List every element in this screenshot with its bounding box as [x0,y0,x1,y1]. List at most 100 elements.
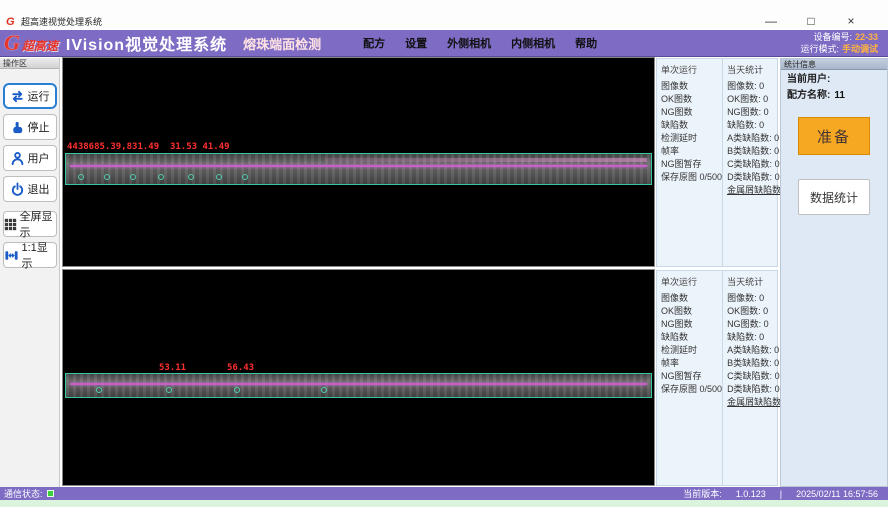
laser-line [70,165,647,167]
one-to-one-button-label: 1:1显示 [22,239,56,271]
power-icon [10,182,25,197]
device-number-label: 设备编号: [813,32,852,42]
brand-logo: G 超高速 [4,32,58,54]
detect-marker [78,174,84,180]
fullscreen-grid-icon [4,218,17,231]
save-image-row: 保存原图 0/500 [661,383,722,396]
brand-name: 超高速 [22,37,58,54]
info-panel: 统计信息 当前用户: 配方名称:11 准备 数据统计 [780,58,888,487]
single-run-title: 单次运行 [661,63,722,76]
current-user-row: 当前用户: [781,70,887,86]
comm-status-label: 通信状态: [4,487,43,500]
single-run-stats: 单次运行 图像数OK图数NG图数缺陷数检测延时帧率NG图暂存 保存原图 0/50… [657,271,722,485]
one-to-one-icon [4,248,19,263]
detect-marker [234,387,240,393]
maximize-icon[interactable]: □ [802,14,820,28]
one-to-one-button[interactable]: 1:1显示 [3,242,57,268]
laser-line [70,383,647,385]
menu-inner-camera[interactable]: 内侧相机 [511,35,555,51]
menu-outer-camera[interactable]: 外侧相机 [447,35,491,51]
stat-row: OK图数 [661,93,722,106]
menu-recipe[interactable]: 配方 [363,35,385,51]
stat-row: 帧率 [661,357,722,370]
detect-marker [242,174,248,180]
divider: | [780,489,782,499]
stat-row: 缺陷数 [661,331,722,344]
run-mode-value: 手动调试 [842,44,878,54]
fullscreen-button[interactable]: 全屏显示 [3,211,57,237]
window-title: 超高速视觉处理系统 [21,15,102,28]
minimize-icon[interactable]: — [762,14,780,28]
menu-help[interactable]: 帮助 [575,35,597,51]
recipe-name-row: 配方名称:11 [781,86,887,102]
weld-strip-image [65,373,652,398]
detect-marker [321,387,327,393]
version-label: 当前版本: [683,487,722,500]
stat-row: 检测延时 [661,132,722,145]
page-title: IVision视觉处理系统 [66,31,227,55]
detect-marker [166,387,172,393]
app-window: G 超高速视觉处理系统 — □ × G 超高速 IVision视觉处理系统 熔珠… [0,0,888,522]
run-sync-icon [10,89,25,104]
exit-button[interactable]: 退出 [3,176,57,202]
app-icon: G [6,17,16,27]
prepare-button[interactable]: 准备 [798,117,870,155]
device-info: 设备编号:22-33 运行模式:手动调试 [800,31,878,55]
logo-swoosh-icon: G [4,32,20,54]
weld-strip-image [65,153,652,185]
user-button-label: 用户 [28,150,50,166]
version-zone: 当前版本: 1.0.123 | 2025/02/11 16:57:56 [683,487,878,500]
run-button-label: 运行 [28,88,50,104]
datetime: 2025/02/11 16:57:56 [796,489,878,499]
save-image-row: 保存原图 0/500 [661,171,722,184]
camera-viewport: 4438685.39,831.49 31.53 41.49 53.11 56.4… [62,57,655,487]
close-icon[interactable]: × [842,14,860,28]
detect-marker [96,387,102,393]
laser-highlight [325,158,647,162]
comm-status-indicator [47,490,54,497]
detect-marker [188,174,194,180]
stats-column: 单次运行 图像数OK图数NG图数缺陷数检测延时帧率NG图暂存 保存原图 0/50… [656,57,778,487]
stat-row: 帧率 [661,145,722,158]
stats-panel-top: 单次运行 图像数OK图数NG图数缺陷数检测延时帧率NG图暂存 保存原图 0/50… [656,58,778,267]
run-mode-label: 运行模式: [800,44,839,54]
menu-bar: 配方 设置 外侧相机 内侧相机 帮助 [363,35,597,51]
stat-row: 检测延时 [661,344,722,357]
device-number-value: 22-33 [855,32,878,42]
info-panel-title: 统计信息 [781,59,887,70]
page-subtitle: 熔珠端面检测 [243,34,321,53]
app-header: G 超高速 IVision视觉处理系统 熔珠端面检测 配方 设置 外侧相机 内侧… [0,30,888,57]
user-icon [10,151,25,166]
stat-row: 图像数 [661,292,722,305]
detect-marker [130,174,136,180]
camera-panel-top[interactable]: 4438685.39,831.49 31.53 41.49 [62,57,655,267]
measurement-annotation: 4438685.39,831.49 31.53 41.49 [67,142,230,152]
stat-row: 图像数 [661,80,722,93]
window-bottom-edge [0,500,888,507]
exit-button-label: 退出 [28,181,50,197]
fullscreen-button-label: 全屏显示 [20,208,56,240]
detect-marker [216,174,222,180]
menu-settings[interactable]: 设置 [405,35,427,51]
sidebar-title: 操作区 [0,58,59,69]
window-titlebar: G 超高速视觉处理系统 — □ × [0,0,888,30]
operation-sidebar: 操作区 运行 [0,58,60,487]
comm-status: 通信状态: [4,487,54,500]
stat-row: NG图数 [661,106,722,119]
camera-panel-bottom[interactable]: 53.11 56.43 [62,269,655,486]
data-statistics-button[interactable]: 数据统计 [798,179,870,215]
stop-button[interactable]: 停止 [3,114,57,140]
detect-marker [158,174,164,180]
status-bar: 通信状态: 当前版本: 1.0.123 | 2025/02/11 16:57:5… [0,487,888,500]
user-button[interactable]: 用户 [3,145,57,171]
version-value: 1.0.123 [736,489,766,499]
stats-panel-bottom: 单次运行 图像数OK图数NG图数缺陷数检测延时帧率NG图暂存 保存原图 0/50… [656,270,778,486]
stat-row: OK图数 [661,305,722,318]
stop-button-label: 停止 [28,119,50,135]
run-button[interactable]: 运行 [3,83,57,109]
main-area: 操作区 运行 [0,57,888,487]
stop-hand-icon [10,120,25,135]
detect-marker [104,174,110,180]
single-run-title: 单次运行 [661,275,722,288]
stat-row: NG图暂存 [661,158,722,171]
